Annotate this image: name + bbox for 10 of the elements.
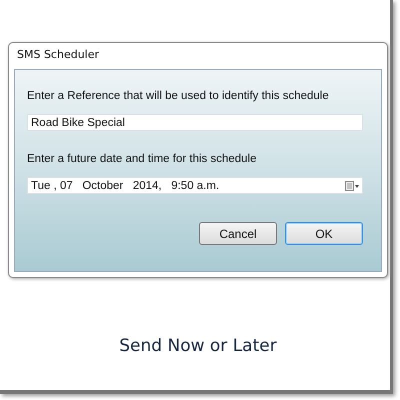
ok-button[interactable]: OK	[285, 222, 363, 245]
caption: Send Now or Later	[118, 336, 278, 356]
date-time-picker[interactable]: Tue , 07 October 2014, 9:50 a.m.	[27, 177, 363, 194]
field-label: Enter a future date and time for this schedule	[27, 153, 258, 165]
calendar-dropdown-icon[interactable]	[345, 180, 359, 190]
cancel-button[interactable]: Cancel	[199, 222, 277, 245]
field-label: Enter a Reference that will be used to identify this schedule	[27, 90, 330, 102]
window-title: SMS Scheduler	[16, 47, 100, 63]
input-field[interactable]: Road Bike Special	[27, 114, 363, 131]
date-time-value: Tue , 07 October 2014, 9:50 a.m.	[31, 180, 220, 192]
